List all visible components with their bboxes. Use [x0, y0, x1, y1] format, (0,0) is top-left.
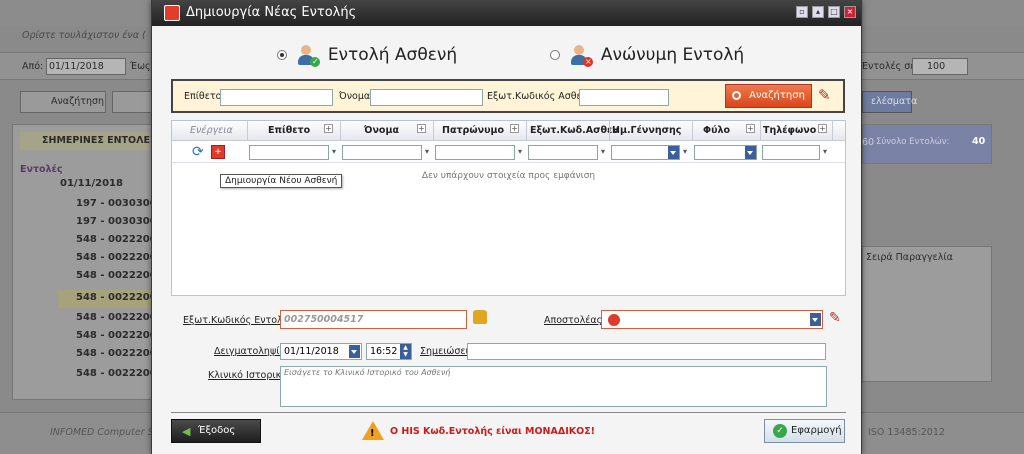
col-name[interactable]: Όνομα: [364, 125, 399, 136]
bg-results-button: ελέσματα: [862, 91, 917, 113]
bg-col-order: Σειρά Παραγγελία: [866, 252, 953, 263]
filter-icon[interactable]: ▾: [518, 147, 525, 156]
patient-check-icon: ✓: [296, 44, 321, 67]
bg-orders-in-label: Εντολές σε:: [862, 61, 919, 72]
up-icon[interactable]: ▴: [812, 6, 824, 18]
bg-today-orders: ΣΗΜΕΡΙΝΕΣ ΕΝΤΟΛΕΣ: [20, 132, 156, 150]
bg-company: INFOMED Computer Se: [50, 427, 160, 438]
gender-dropdown-icon[interactable]: [745, 146, 756, 159]
warning-icon-mark: !: [370, 428, 375, 439]
clear-sender-icon[interactable]: ✎: [829, 310, 841, 326]
col-phone[interactable]: Τηλέφωνο: [763, 125, 816, 136]
filter-name[interactable]: [342, 145, 422, 160]
patient-cancel-icon: ×: [569, 44, 594, 67]
refresh-icon[interactable]: ⟳: [192, 144, 204, 160]
filter-icon[interactable]: ▾: [823, 147, 830, 156]
grid-header: Ενέργεια Επίθετο + Όνομα + Πατρώνυμο + Ε…: [172, 121, 845, 141]
maximize-icon[interactable]: □: [828, 6, 840, 18]
restore-icon[interactable]: ▫: [796, 6, 808, 18]
filter-icon[interactable]: ▾: [332, 147, 339, 156]
surname-search-input[interactable]: [220, 89, 333, 106]
warning-text: Ο HIS Κωδ.Εντολής είναι ΜΟΝΑΔΙΚΟΣ!: [390, 426, 596, 437]
exit-button[interactable]: ◀ Έξοδος: [171, 419, 261, 443]
ext-order-input[interactable]: [280, 310, 467, 329]
bg-total-value: 40: [972, 136, 986, 147]
filter-icon[interactable]: ▾: [425, 147, 432, 156]
filter-ext-code[interactable]: [528, 145, 598, 160]
col-filter-icon[interactable]: +: [746, 124, 755, 133]
radio-patient-option[interactable]: ✓ Εντολή Ασθενή: [277, 44, 458, 67]
app-icon: [164, 5, 180, 21]
search-button-label: Αναζήτηση: [749, 90, 805, 101]
col-surname[interactable]: Επίθετο: [268, 125, 310, 136]
history-label: Κλινικό Ιστορικό:: [208, 370, 291, 381]
bg-total-label: Σύνολο Εντολών:: [876, 137, 950, 147]
search-icon: [732, 90, 742, 100]
ext-code-search-input[interactable]: [579, 89, 669, 106]
check-icon: ✓: [773, 424, 787, 438]
bg-right-grid: [862, 246, 992, 382]
clear-search-icon[interactable]: ✎: [818, 86, 836, 104]
bg-iso: ISO 13485:2012: [868, 427, 945, 438]
bg-button-2: [112, 91, 152, 113]
col-ext-code[interactable]: Εξωτ.Κωδ.Ασθεν: [530, 125, 619, 136]
name-search-input[interactable]: [370, 89, 483, 106]
dialog-titlebar: Δημιουργία Νέας Εντολής ▫ ▴ □ ×: [152, 0, 861, 26]
bg-orders-count: 100: [912, 58, 968, 75]
filter-phone[interactable]: [762, 145, 820, 160]
bg-from-label: Από:: [22, 61, 44, 72]
grid-filter-row: ⟳ + ▾ ▾ ▾ ▾ ▾ ▾: [172, 141, 845, 163]
radio-anonymous-option[interactable]: × Ανώνυμη Εντολή: [550, 44, 745, 67]
name-label: Όνομα:: [339, 91, 374, 102]
col-filter-icon[interactable]: +: [417, 124, 426, 133]
search-button[interactable]: Αναζήτηση: [725, 84, 812, 108]
radio-patient-label: Εντολή Ασθενή: [327, 45, 458, 65]
new-patient-tooltip: Δημιουργία Νέου Ασθενή: [220, 174, 343, 188]
sender-icon: [608, 314, 620, 326]
new-order-dialog: Δημιουργία Νέας Εντολής ▫ ▴ □ × ✓ Εντολή…: [151, 0, 862, 454]
bg-orders-label: Εντολές: [20, 164, 63, 175]
filter-patronymic[interactable]: [435, 145, 515, 160]
col-action: Ενέργεια: [190, 125, 233, 136]
history-textarea[interactable]: [280, 366, 827, 407]
time-spinner-icon[interactable]: ▲ ▼: [400, 344, 411, 359]
patient-search-bar: Επίθετο: Όνομα: Εξωτ.Κωδικός Ασθενή: Ανα…: [171, 79, 845, 113]
filter-icon[interactable]: ▾: [601, 147, 608, 156]
footer-separator: [171, 412, 846, 413]
col-filter-icon[interactable]: +: [510, 124, 519, 133]
surname-label: Επίθετο:: [184, 91, 225, 102]
bg-tree-item-selected: 548 - 002220000: [58, 290, 171, 308]
col-gender[interactable]: Φύλο: [703, 125, 730, 136]
radio-anonymous[interactable]: [550, 50, 560, 60]
sender-label: Αποστολέας:: [544, 315, 606, 326]
radio-anonymous-label: Ανώνυμη Εντολή: [600, 45, 745, 65]
filter-surname[interactable]: [249, 145, 329, 160]
notes-input[interactable]: [467, 343, 826, 360]
close-icon[interactable]: ×: [844, 6, 856, 18]
new-patient-icon[interactable]: +: [211, 145, 225, 159]
patients-grid: Ενέργεια Επίθετο + Όνομα + Πατρώνυμο + Ε…: [171, 120, 846, 296]
col-birthdate[interactable]: Ημ.Γέννησης: [612, 125, 681, 136]
birthdate-dropdown-icon[interactable]: [668, 146, 679, 159]
exit-icon: ◀: [182, 425, 191, 438]
date-picker-icon[interactable]: [349, 345, 360, 358]
filter-icon[interactable]: ▾: [683, 147, 690, 156]
bg-tree-date: 01/11/2018: [60, 178, 123, 189]
lock-icon[interactable]: [473, 310, 487, 324]
col-patronymic[interactable]: Πατρώνυμο: [442, 125, 504, 136]
col-filter-icon[interactable]: +: [324, 124, 333, 133]
apply-button-label: Εφαρμογή: [791, 425, 842, 436]
dialog-title: Δημιουργία Νέας Εντολής: [186, 5, 357, 20]
bg-count-60: 60: [862, 137, 875, 148]
bg-from-date: 01/11/2018: [46, 58, 126, 75]
sender-select[interactable]: [601, 310, 823, 329]
exit-button-label: Έξοδος: [198, 425, 236, 436]
sender-dropdown-icon[interactable]: [810, 313, 821, 326]
bg-hint: Ορίστε τουλάχιστον ένα (: [22, 30, 146, 41]
radio-patient[interactable]: [277, 50, 287, 60]
bg-search-button: Αναζήτηση: [20, 91, 106, 113]
col-filter-icon[interactable]: +: [818, 124, 827, 133]
apply-button[interactable]: ✓ Εφαρμογή: [764, 419, 845, 443]
sampling-label: Δειγματοληψία:: [214, 346, 289, 357]
